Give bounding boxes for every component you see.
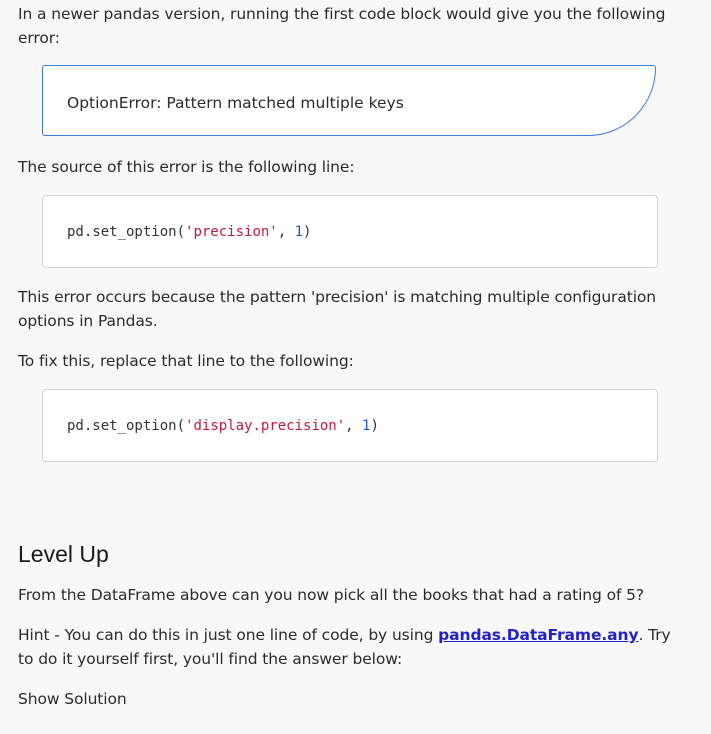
code-separator: , <box>277 224 295 240</box>
code-block-fixed: pd.set_option('display.precision', 1) <box>42 389 658 462</box>
code-number-argument: 1 <box>294 224 304 240</box>
code-string-argument: 'precision' <box>185 224 278 240</box>
code-separator: , <box>345 418 363 434</box>
show-solution-toggle[interactable]: Show Solution <box>18 687 127 711</box>
explanation-paragraph: This error occurs because the pattern 'p… <box>18 288 657 330</box>
hint-paragraph: Hint - You can do this in just one line … <box>18 623 678 671</box>
code-line: pd.set_option('display.precision', 1) <box>67 416 379 436</box>
code-line: pd.set_option('precision', 1) <box>67 222 311 242</box>
hint-prefix: Hint - You can do this in just one line … <box>18 626 439 644</box>
source-paragraph: The source of this error is the followin… <box>18 158 355 176</box>
pandas-dataframe-any-link[interactable]: pandas.DataFrame.any <box>438 626 638 644</box>
code-close-paren: ) <box>370 418 379 434</box>
error-message-text: OptionError: Pattern matched multiple ke… <box>67 94 404 112</box>
code-close-paren: ) <box>303 224 312 240</box>
intro-paragraph: In a newer pandas version, running the f… <box>18 5 666 47</box>
code-function-call: pd.set_option( <box>67 418 186 434</box>
code-function-call: pd.set_option( <box>67 224 186 240</box>
level-up-question: From the DataFrame above can you now pic… <box>18 586 645 604</box>
fix-paragraph: To fix this, replace that line to the fo… <box>18 352 354 370</box>
code-block-original: pd.set_option('precision', 1) <box>42 195 658 268</box>
level-up-heading: Level Up <box>18 541 109 567</box>
code-string-argument: 'display.precision' <box>185 418 346 434</box>
error-message-box: OptionError: Pattern matched multiple ke… <box>42 65 656 136</box>
